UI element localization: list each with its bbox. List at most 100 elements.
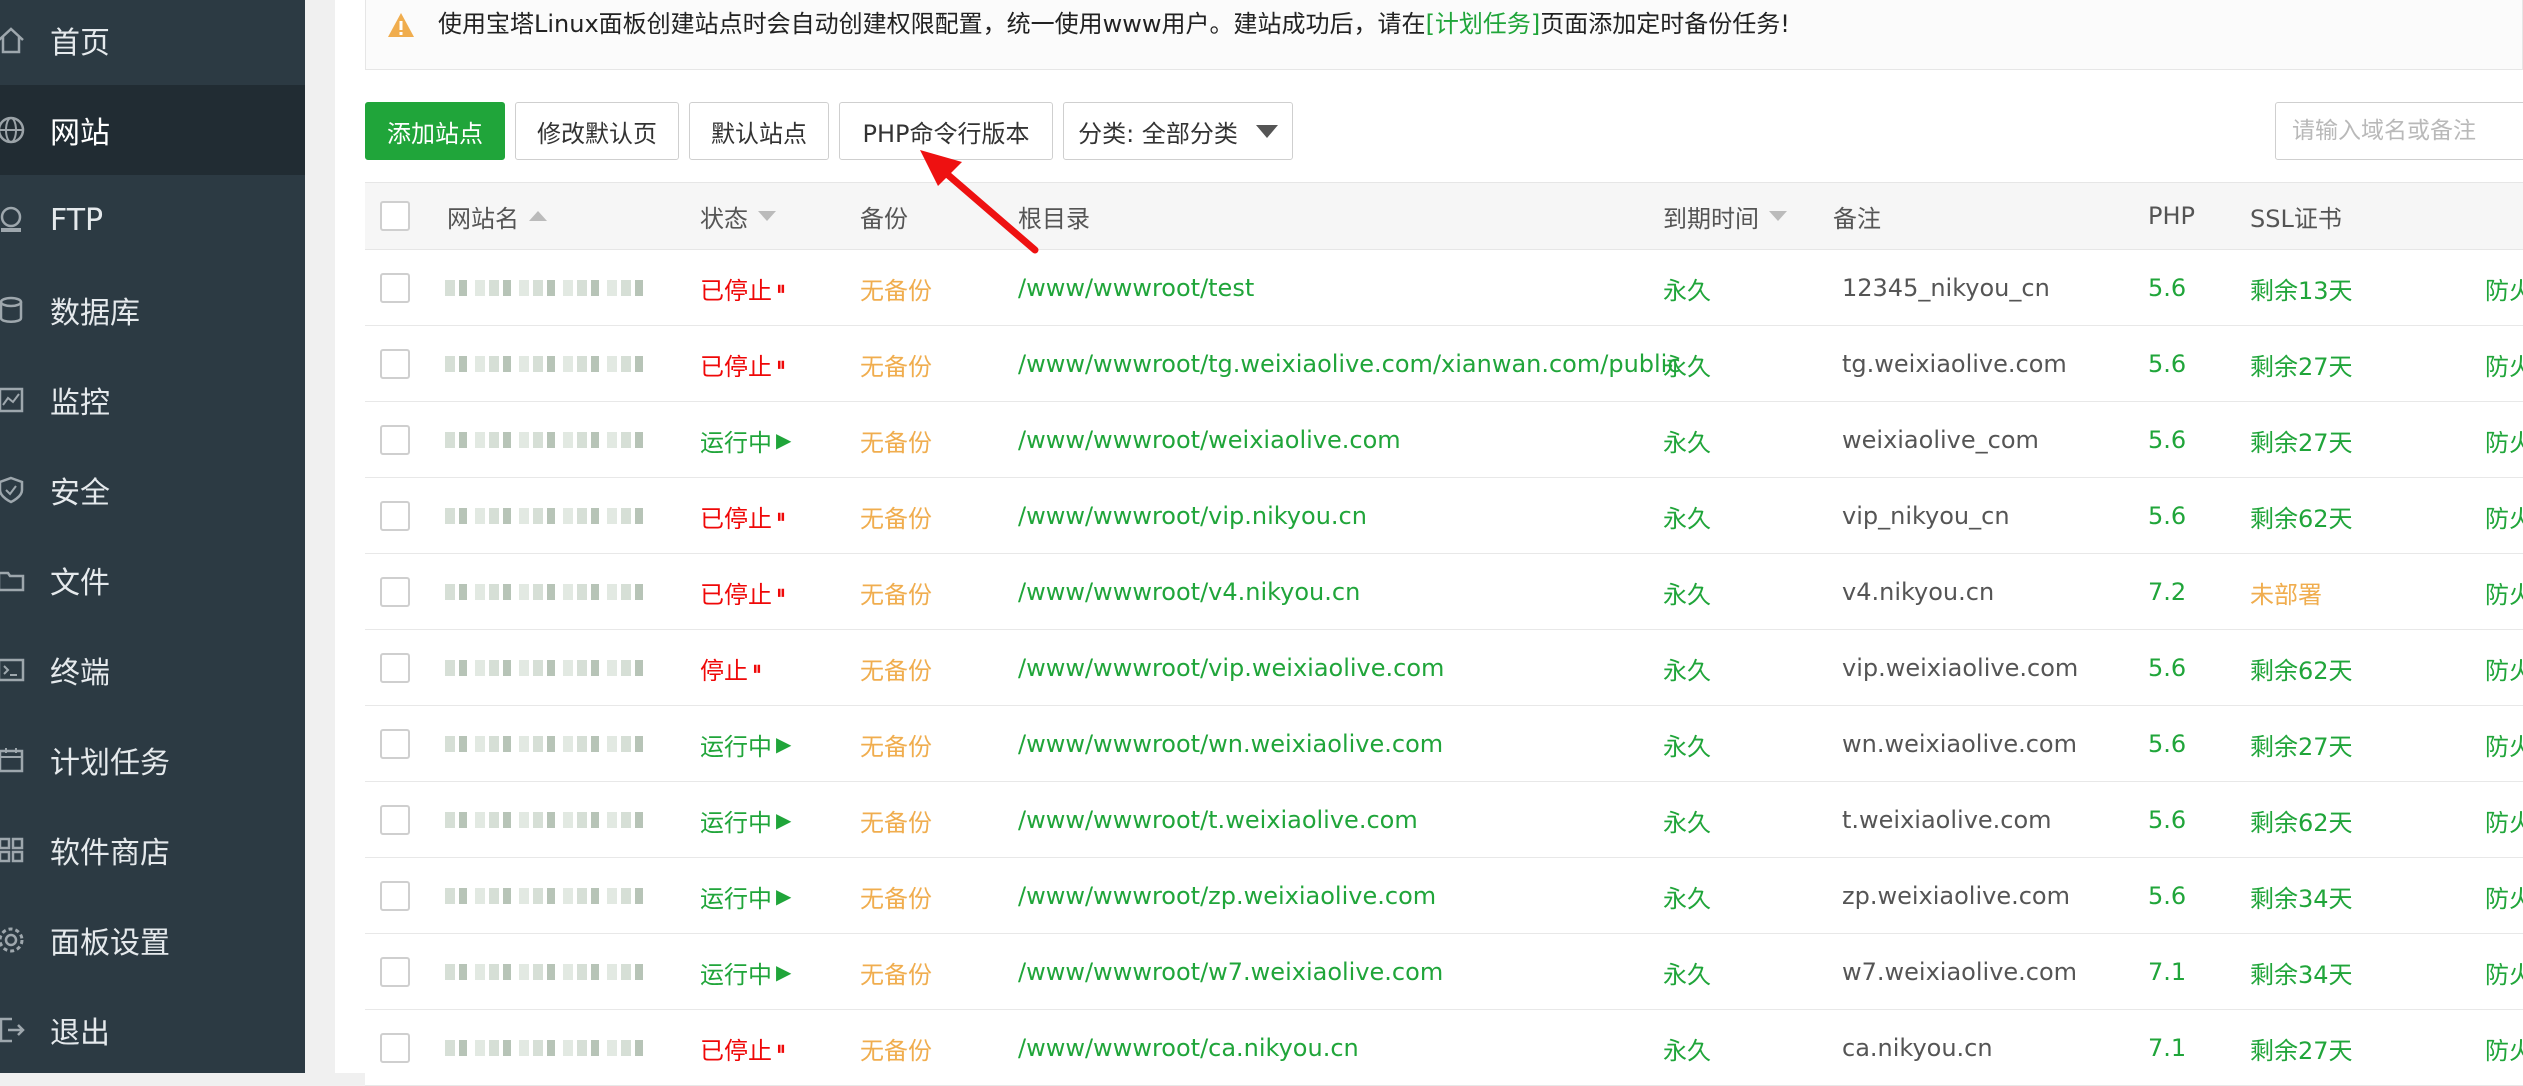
site-name-redacted[interactable]	[445, 356, 645, 372]
site-name-redacted[interactable]	[445, 964, 645, 980]
site-name-redacted[interactable]	[445, 1040, 645, 1056]
sidebar-item-3[interactable]: 数据库	[0, 265, 305, 355]
php-version-link[interactable]: 5.6	[2148, 782, 2186, 858]
sidebar-item-7[interactable]: 终端	[0, 625, 305, 715]
php-version-link[interactable]: 7.1	[2148, 934, 2186, 1010]
ssl-link[interactable]: 未部署	[2250, 554, 2322, 630]
status-toggle[interactable]: 已停止 ⏸	[700, 1010, 786, 1086]
ssl-link[interactable]: 剩余34天	[2250, 858, 2353, 934]
row-checkbox[interactable]	[380, 577, 410, 607]
sidebar-item-10[interactable]: 面板设置	[0, 895, 305, 985]
root-dir-link[interactable]: /www/wwwroot/v4.nikyou.cn	[1018, 554, 1360, 630]
ssl-link[interactable]: 剩余27天	[2250, 1010, 2353, 1086]
remark-text[interactable]: weixiaolive_com	[1842, 402, 2039, 478]
site-name-redacted[interactable]	[445, 584, 645, 600]
expiry-link[interactable]: 永久	[1663, 402, 1711, 478]
backup-link[interactable]: 无备份	[860, 554, 932, 630]
remark-text[interactable]: wn.weixiaolive.com	[1842, 706, 2077, 782]
header-expiry[interactable]: 到期时间	[1663, 183, 1787, 249]
status-toggle[interactable]: 运行中 ▶	[700, 858, 791, 934]
firewall-link[interactable]: 防火	[2485, 706, 2523, 782]
ssl-link[interactable]: 剩余62天	[2250, 478, 2353, 554]
root-dir-link[interactable]: /www/wwwroot/w7.weixiaolive.com	[1018, 934, 1443, 1010]
remark-text[interactable]: tg.weixiaolive.com	[1842, 326, 2067, 402]
sidebar-item-8[interactable]: 计划任务	[0, 715, 305, 805]
row-checkbox[interactable]	[380, 653, 410, 683]
site-name-redacted[interactable]	[445, 432, 645, 448]
firewall-link[interactable]: 防火	[2485, 554, 2523, 630]
php-version-link[interactable]: 5.6	[2148, 706, 2186, 782]
backup-link[interactable]: 无备份	[860, 478, 932, 554]
status-toggle[interactable]: 运行中 ▶	[700, 706, 791, 782]
ssl-link[interactable]: 剩余27天	[2250, 326, 2353, 402]
backup-link[interactable]: 无备份	[860, 1010, 932, 1086]
site-name-redacted[interactable]	[445, 508, 645, 524]
firewall-link[interactable]: 防火	[2485, 1010, 2523, 1086]
root-dir-link[interactable]: /www/wwwroot/test	[1018, 250, 1254, 326]
sidebar-item-2[interactable]: FTP	[0, 175, 305, 265]
firewall-link[interactable]: 防火	[2485, 630, 2523, 706]
site-name-redacted[interactable]	[445, 280, 645, 296]
remark-text[interactable]: t.weixiaolive.com	[1842, 782, 2052, 858]
site-name-redacted[interactable]	[445, 888, 645, 904]
remark-text[interactable]: zp.weixiaolive.com	[1842, 858, 2070, 934]
php-version-link[interactable]: 5.6	[2148, 326, 2186, 402]
row-checkbox[interactable]	[380, 729, 410, 759]
firewall-link[interactable]: 防火	[2485, 402, 2523, 478]
status-toggle[interactable]: 已停止 ⏸	[700, 554, 786, 630]
row-checkbox[interactable]	[380, 273, 410, 303]
sidebar-item-5[interactable]: 安全	[0, 445, 305, 535]
sidebar-item-0[interactable]: 首页	[0, 0, 305, 85]
modify-default-page-button[interactable]: 修改默认页	[515, 102, 679, 160]
firewall-link[interactable]: 防火	[2485, 858, 2523, 934]
select-all-checkbox[interactable]	[380, 201, 410, 231]
backup-link[interactable]: 无备份	[860, 782, 932, 858]
firewall-link[interactable]: 防火	[2485, 250, 2523, 326]
default-site-button[interactable]: 默认站点	[689, 102, 829, 160]
remark-text[interactable]: ca.nikyou.cn	[1842, 1010, 1993, 1086]
expiry-link[interactable]: 永久	[1663, 782, 1711, 858]
expiry-link[interactable]: 永久	[1663, 1010, 1711, 1086]
search-input[interactable]	[2275, 102, 2523, 160]
remark-text[interactable]: v4.nikyou.cn	[1842, 554, 1994, 630]
ssl-link[interactable]: 剩余62天	[2250, 630, 2353, 706]
expiry-link[interactable]: 永久	[1663, 478, 1711, 554]
row-checkbox[interactable]	[380, 881, 410, 911]
root-dir-link[interactable]: /www/wwwroot/zp.weixiaolive.com	[1018, 858, 1436, 934]
site-name-redacted[interactable]	[445, 736, 645, 752]
firewall-link[interactable]: 防火	[2485, 326, 2523, 402]
php-version-link[interactable]: 5.6	[2148, 478, 2186, 554]
header-status[interactable]: 状态	[700, 183, 776, 249]
remark-text[interactable]: w7.weixiaolive.com	[1842, 934, 2077, 1010]
cron-task-link[interactable]: [计划任务]	[1426, 10, 1541, 38]
expiry-link[interactable]: 永久	[1663, 630, 1711, 706]
sidebar-item-11[interactable]: 退出	[0, 985, 305, 1075]
ssl-link[interactable]: 剩余62天	[2250, 782, 2353, 858]
sidebar-item-6[interactable]: 文件	[0, 535, 305, 625]
ssl-link[interactable]: 剩余13天	[2250, 250, 2353, 326]
category-select[interactable]: 分类: 全部分类	[1063, 102, 1293, 160]
expiry-link[interactable]: 永久	[1663, 706, 1711, 782]
sidebar-item-1[interactable]: 网站	[0, 85, 305, 175]
root-dir-link[interactable]: /www/wwwroot/vip.weixiaolive.com	[1018, 630, 1444, 706]
status-toggle[interactable]: 运行中 ▶	[700, 402, 791, 478]
backup-link[interactable]: 无备份	[860, 326, 932, 402]
row-checkbox[interactable]	[380, 349, 410, 379]
remark-text[interactable]: 12345_nikyou_cn	[1842, 250, 2050, 326]
php-version-link[interactable]: 7.1	[2148, 1010, 2186, 1086]
sidebar-item-4[interactable]: 监控	[0, 355, 305, 445]
remark-text[interactable]: vip.weixiaolive.com	[1842, 630, 2078, 706]
add-site-button[interactable]: 添加站点	[365, 102, 505, 160]
backup-link[interactable]: 无备份	[860, 706, 932, 782]
status-toggle[interactable]: 运行中 ▶	[700, 934, 791, 1010]
status-toggle[interactable]: 运行中 ▶	[700, 782, 791, 858]
firewall-link[interactable]: 防火	[2485, 782, 2523, 858]
backup-link[interactable]: 无备份	[860, 934, 932, 1010]
status-toggle[interactable]: 已停止 ⏸	[700, 326, 786, 402]
firewall-link[interactable]: 防火	[2485, 934, 2523, 1010]
row-checkbox[interactable]	[380, 1033, 410, 1063]
ssl-link[interactable]: 剩余34天	[2250, 934, 2353, 1010]
row-checkbox[interactable]	[380, 957, 410, 987]
row-checkbox[interactable]	[380, 425, 410, 455]
site-name-redacted[interactable]	[445, 812, 645, 828]
